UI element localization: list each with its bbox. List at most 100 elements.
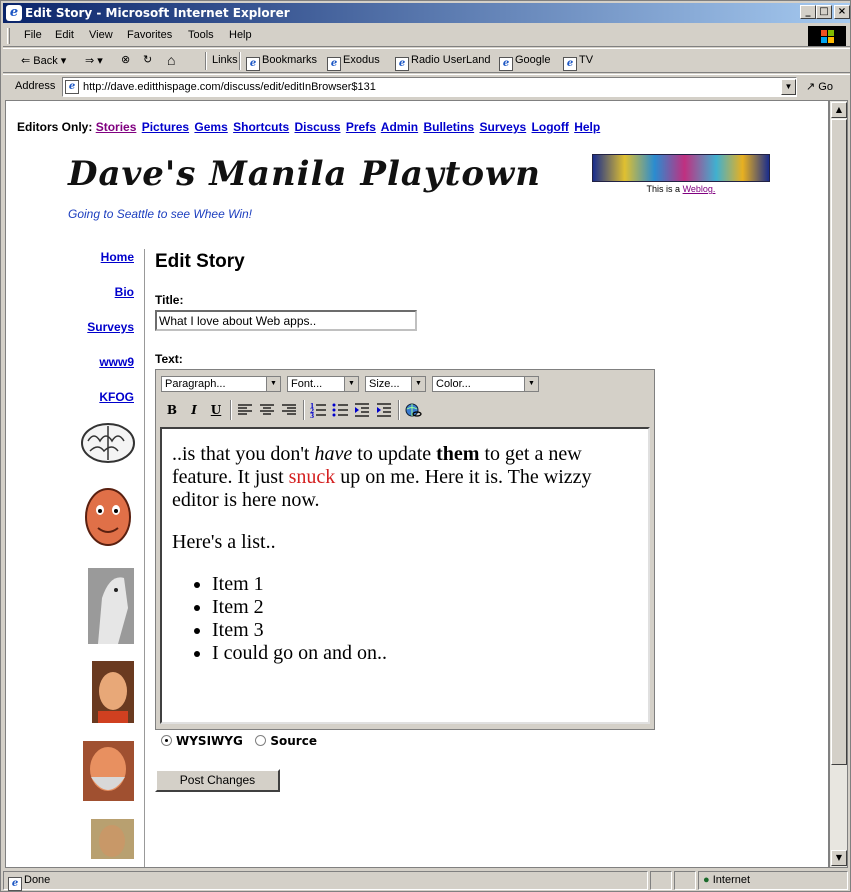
editor-content-area[interactable]: ..is that you don't have to update them … [160, 427, 650, 724]
ie-page-icon: e [8, 877, 22, 891]
link-bookmarks[interactable]: e Bookmarks [246, 54, 317, 71]
editor-link-help[interactable]: Help [574, 120, 600, 134]
portrait-photo-1[interactable] [92, 661, 134, 723]
address-input[interactable]: e http://dave.editthispage.com/discuss/e… [62, 77, 797, 97]
format-separator [303, 400, 305, 420]
editor-link-logoff[interactable]: Logoff [532, 120, 569, 134]
post-changes-button[interactable]: Post Changes [155, 769, 280, 792]
size-select[interactable]: Size... ▼ [365, 376, 426, 392]
portrait-photo-3[interactable] [91, 819, 134, 859]
status-pane-blank [650, 871, 672, 890]
format-separator [230, 400, 232, 420]
ie-page-icon: e [499, 57, 513, 71]
ie-page-icon: e [246, 57, 260, 71]
font-select[interactable]: Font... ▼ [287, 376, 359, 392]
portrait-photo-2[interactable] [83, 741, 134, 801]
align-left-icon[interactable] [235, 400, 255, 420]
menu-favorites[interactable]: Favorites [127, 29, 172, 41]
ie-page-icon: e [563, 57, 577, 71]
editor-list: Item 1 Item 2 Item 3 I could go on and o… [212, 573, 638, 665]
align-right-icon[interactable] [279, 400, 299, 420]
cartoon-face-image[interactable] [82, 486, 134, 548]
status-text-pane: e Done [3, 871, 648, 891]
nav-home[interactable]: Home [101, 250, 134, 264]
list-item: Item 2 [212, 596, 638, 619]
mode-source-radio[interactable]: Source [255, 734, 317, 748]
editor-link-stories[interactable]: Stories [96, 120, 137, 134]
insert-link-icon[interactable] [403, 400, 423, 420]
editors-label: Editors Only: [17, 120, 93, 134]
address-dropdown-button[interactable]: ▼ [781, 79, 796, 95]
menu-view[interactable]: View [89, 29, 113, 41]
home-icon[interactable]: ⌂ [167, 52, 175, 68]
wysiwyg-editor: Paragraph... ▼ Font... ▼ Size... ▼ Color...… [155, 369, 655, 730]
list-item: I could go on and on.. [212, 642, 638, 665]
list-item: Item 1 [212, 573, 638, 596]
ie-page-icon: e [65, 80, 79, 94]
numbered-list-icon[interactable]: 123 [308, 400, 328, 420]
minimize-button[interactable]: _ [800, 5, 816, 19]
link-tv[interactable]: e TV [563, 54, 593, 71]
nav-kfog[interactable]: KFOG [99, 390, 134, 404]
go-button[interactable]: ↗ Go [806, 80, 833, 93]
story-title-input[interactable]: What I love about Web apps.. [155, 310, 417, 331]
editor-link-pictures[interactable]: Pictures [142, 120, 189, 134]
paragraph-select[interactable]: Paragraph... ▼ [161, 376, 281, 392]
stop-icon[interactable]: ⊗ [121, 53, 130, 66]
outdent-icon[interactable] [352, 400, 372, 420]
nav-surveys[interactable]: Surveys [87, 320, 134, 334]
editor-link-surveys[interactable]: Surveys [479, 120, 526, 134]
nav-www9[interactable]: www9 [99, 355, 134, 369]
weblog-banner-image[interactable] [592, 154, 770, 182]
menu-help[interactable]: Help [229, 29, 252, 41]
title-bar[interactable]: e Edit Story - Microsoft Internet Explor… [3, 3, 850, 23]
italic-button[interactable]: I [184, 400, 204, 420]
scroll-down-button[interactable]: ▼ [831, 850, 847, 866]
menu-grip [7, 28, 10, 44]
underline-button[interactable]: U [206, 400, 226, 420]
color-select[interactable]: Color... ▼ [432, 376, 539, 392]
editor-link-gems[interactable]: Gems [194, 120, 227, 134]
link-radio-userland[interactable]: e Radio UserLand [395, 54, 491, 71]
menu-edit[interactable]: Edit [55, 29, 74, 41]
weblog-caption: This is a Weblog. [646, 184, 716, 194]
link-google[interactable]: e Google [499, 54, 550, 71]
scroll-thumb[interactable] [831, 119, 847, 765]
bullet-list-icon[interactable] [330, 400, 350, 420]
status-zone-pane: ● Internet [698, 871, 848, 890]
maximize-button[interactable]: □ [816, 5, 832, 19]
close-button[interactable]: × [834, 5, 850, 19]
horse-photo[interactable] [88, 568, 134, 644]
weblog-link[interactable]: Weblog. [683, 184, 716, 194]
toolbar-separator [205, 52, 207, 70]
back-button[interactable]: ⇐ Back ▾ [21, 54, 66, 67]
link-exodus[interactable]: e Exodus [327, 54, 380, 71]
editor-link-shortcuts[interactable]: Shortcuts [233, 120, 289, 134]
ie-page-icon: e [327, 57, 341, 71]
address-bar: Address e http://dave.editthispage.com/d… [3, 74, 850, 98]
refresh-icon[interactable]: ↻ [143, 53, 152, 66]
editor-paragraph-1: ..is that you don't have to update them … [172, 443, 592, 511]
menu-file[interactable]: File [24, 29, 42, 41]
editor-link-bulletins[interactable]: Bulletins [423, 120, 474, 134]
nav-bio[interactable]: Bio [115, 285, 134, 299]
menu-tools[interactable]: Tools [188, 29, 214, 41]
forward-button[interactable]: ⇒ ▾ [85, 54, 103, 67]
bold-button[interactable]: B [162, 400, 182, 420]
site-tagline: Going to Seattle to see Whee Win! [68, 207, 252, 221]
editor-link-admin[interactable]: Admin [381, 120, 418, 134]
editor-link-prefs[interactable]: Prefs [346, 120, 376, 134]
align-center-icon[interactable] [257, 400, 277, 420]
ie-icon: e [6, 5, 22, 21]
scroll-up-button[interactable]: ▲ [831, 102, 847, 118]
editors-menu: Editors Only: Stories Pictures Gems Shor… [17, 120, 602, 134]
vertical-scrollbar[interactable]: ▲ ▼ [829, 100, 848, 868]
indent-icon[interactable] [374, 400, 394, 420]
editor-link-discuss[interactable]: Discuss [294, 120, 340, 134]
text-label: Text: [155, 352, 183, 366]
menu-bar: File Edit View Favorites Tools Help [3, 25, 850, 47]
site-title: Dave's Manila Playtown [68, 154, 542, 194]
toolbar: ⇐ Back ▾ ⇒ ▾ ⊗ ↻ ⌂ Links e Bookmarks e Exo… [3, 48, 850, 73]
brain-image[interactable] [80, 421, 136, 467]
mode-wysiwyg-radio[interactable]: WYSIWYG [161, 734, 243, 748]
